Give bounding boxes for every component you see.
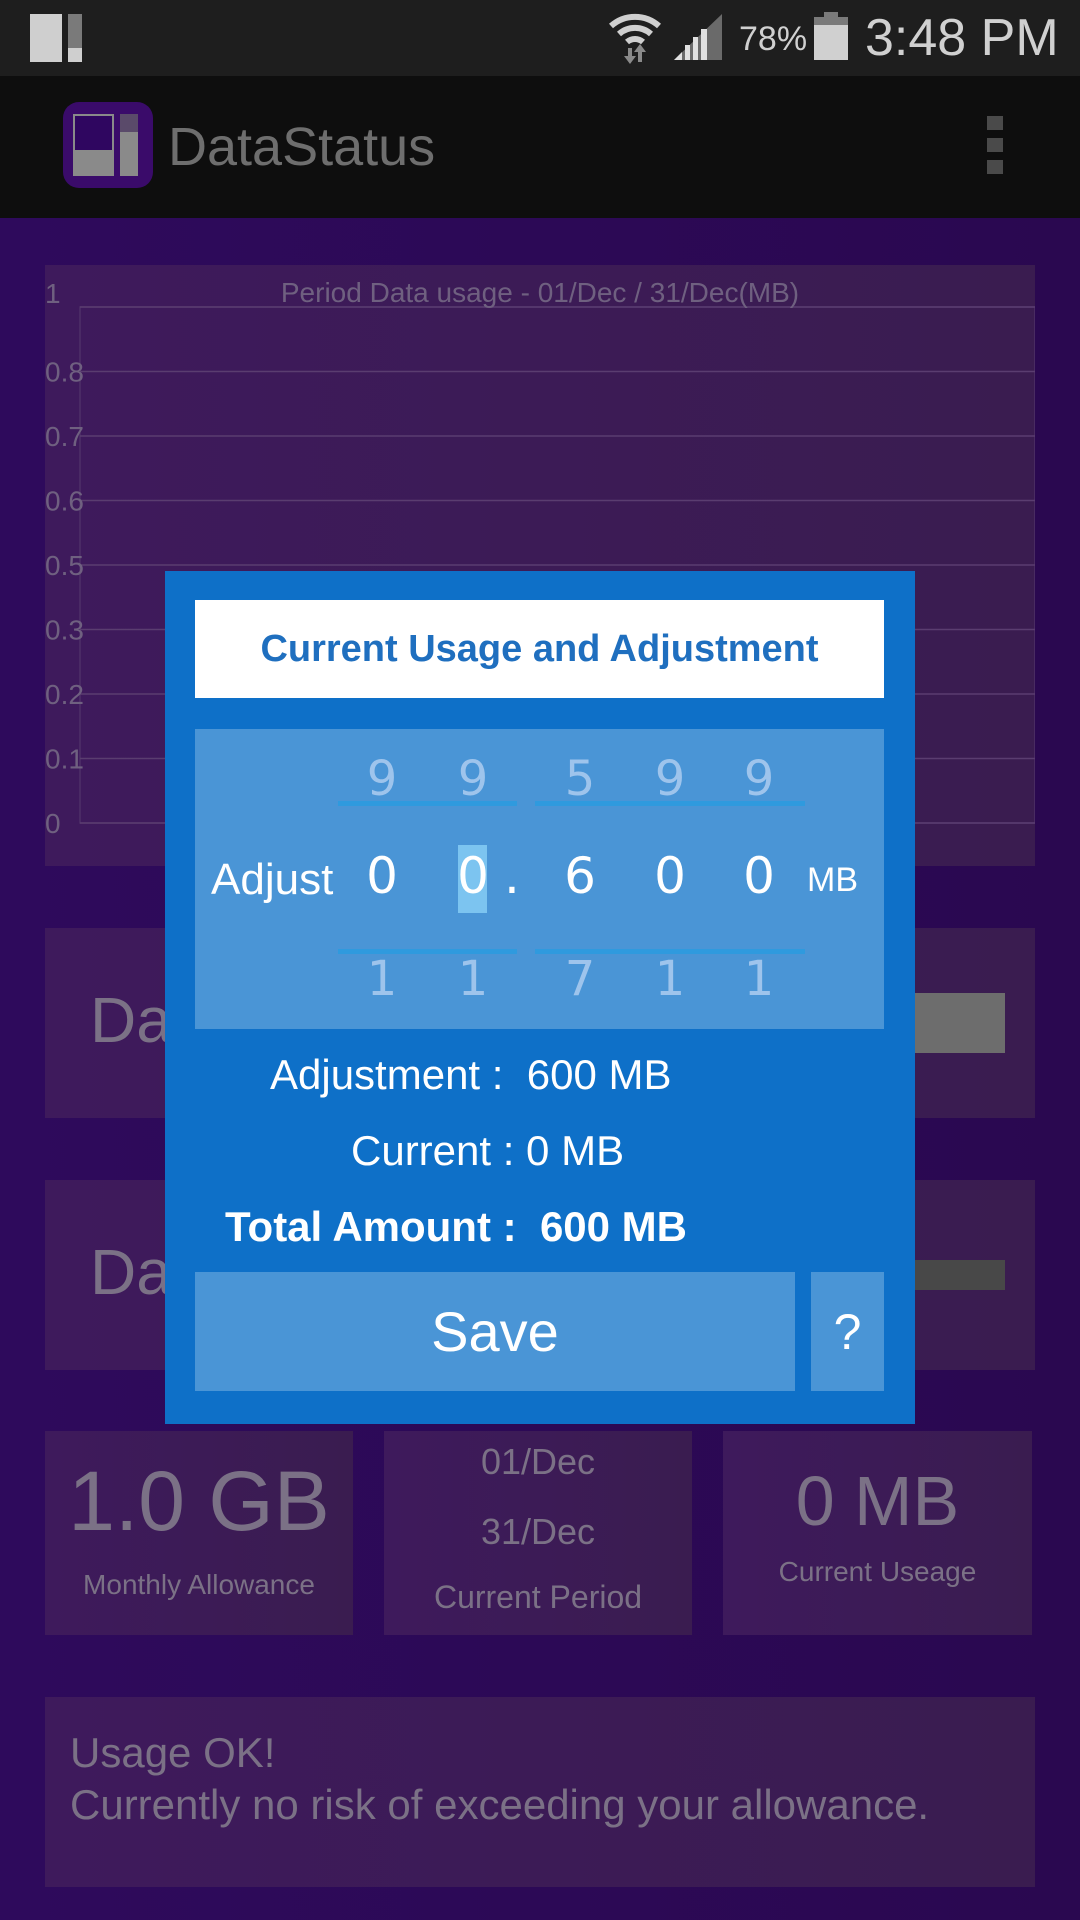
picker-digit-below[interactable]: 1 [443,951,503,1007]
signal-icon [674,14,722,60]
picker-digit-focused[interactable]: 0 [443,847,503,905]
y-tick-label: 0.3 [45,615,84,646]
clock: 3:48 PM [865,9,1059,67]
picker-digit[interactable]: 6 [550,847,610,905]
y-tick-label: 0.6 [45,486,84,517]
monthly-allowance-tile: 1.0 GB Monthly Allowance [45,1431,353,1635]
save-button[interactable]: Save [195,1272,795,1391]
picker-digit-below[interactable]: 1 [352,951,412,1007]
adjust-label: Adjust [211,855,334,904]
period-start: 01/Dec [480,1441,596,1482]
y-tick-label: 0.7 [45,421,84,452]
allowance-label: Monthly Allowance [83,1569,315,1600]
wifi-icon [609,13,661,64]
help-button[interactable]: ? [811,1272,884,1391]
app-notification-icon [30,14,84,62]
y-tick-label: 0.2 [45,679,84,710]
usage-adjustment-dialog: Current Usage and Adjustment Adjust 9 9 … [165,571,915,1424]
more-vertical-icon[interactable] [985,116,1005,176]
dialog-title: Current Usage and Adjustment [260,627,819,670]
picker-digit-above[interactable]: 9 [729,751,789,807]
message-headline: Usage OK! [70,1729,276,1776]
current-usage-tile: 0 MB Current Useage [723,1431,1032,1635]
total-amount: Total Amount : 600 MB [225,1203,687,1250]
picker-digit-above[interactable]: 5 [550,751,610,807]
unit-label: MB [807,861,858,899]
dialog-title-box: Current Usage and Adjustment [195,600,884,698]
adjustment-amount: Adjustment : 600 MB [270,1051,672,1098]
picker-digit-above[interactable]: 9 [640,751,700,807]
chart-title: Period Data usage - 01/Dec / 31/Dec(MB) [280,277,800,308]
period-label: Current Period [433,1579,643,1615]
decimal-point: . [504,847,520,905]
allowance-value: 1.0 GB [68,1454,330,1548]
period-end: 31/Dec [480,1511,596,1552]
app-bar: DataStatus [0,76,1080,218]
picker-digit[interactable]: 0 [729,847,789,905]
y-tick-label: 0.5 [45,550,84,581]
usage-message-card: Usage OK! Currently no risk of exceeding… [45,1697,1035,1887]
daily-card-label: Da [90,1236,172,1308]
adjust-picker-panel: Adjust 9 9 5 9 9 0 0 . 6 0 0 MB 1 1 7 1 … [195,729,884,1029]
y-tick-label: 0 [45,808,61,839]
picker-digit-above[interactable]: 9 [352,751,412,807]
picker-digit[interactable]: 0 [352,847,412,905]
message-body: Currently no risk of exceeding your allo… [70,1781,930,1828]
y-tick-label: 0.8 [45,357,84,388]
picker-digit-above[interactable]: 9 [443,751,503,807]
picker-digit-below[interactable]: 1 [729,951,789,1007]
current-period-tile: 01/Dec 31/Dec Current Period [384,1431,692,1635]
picker-digit[interactable]: 0 [640,847,700,905]
battery-percent: 78% [739,20,808,58]
usage-value: 0 MB [795,1462,960,1540]
picker-digit-below[interactable]: 1 [640,951,700,1007]
status-bar: 78% 3:48 PM [0,0,1080,76]
current-amount: Current : 0 MB [351,1127,625,1174]
battery-icon [814,12,848,60]
app-logo-icon [63,102,153,188]
app-title: DataStatus [168,117,436,177]
daily-card-label: Da [90,984,172,1056]
picker-digit-below[interactable]: 7 [550,951,610,1007]
usage-label: Current Useage [778,1556,977,1587]
y-tick-label: 0.1 [45,744,84,775]
